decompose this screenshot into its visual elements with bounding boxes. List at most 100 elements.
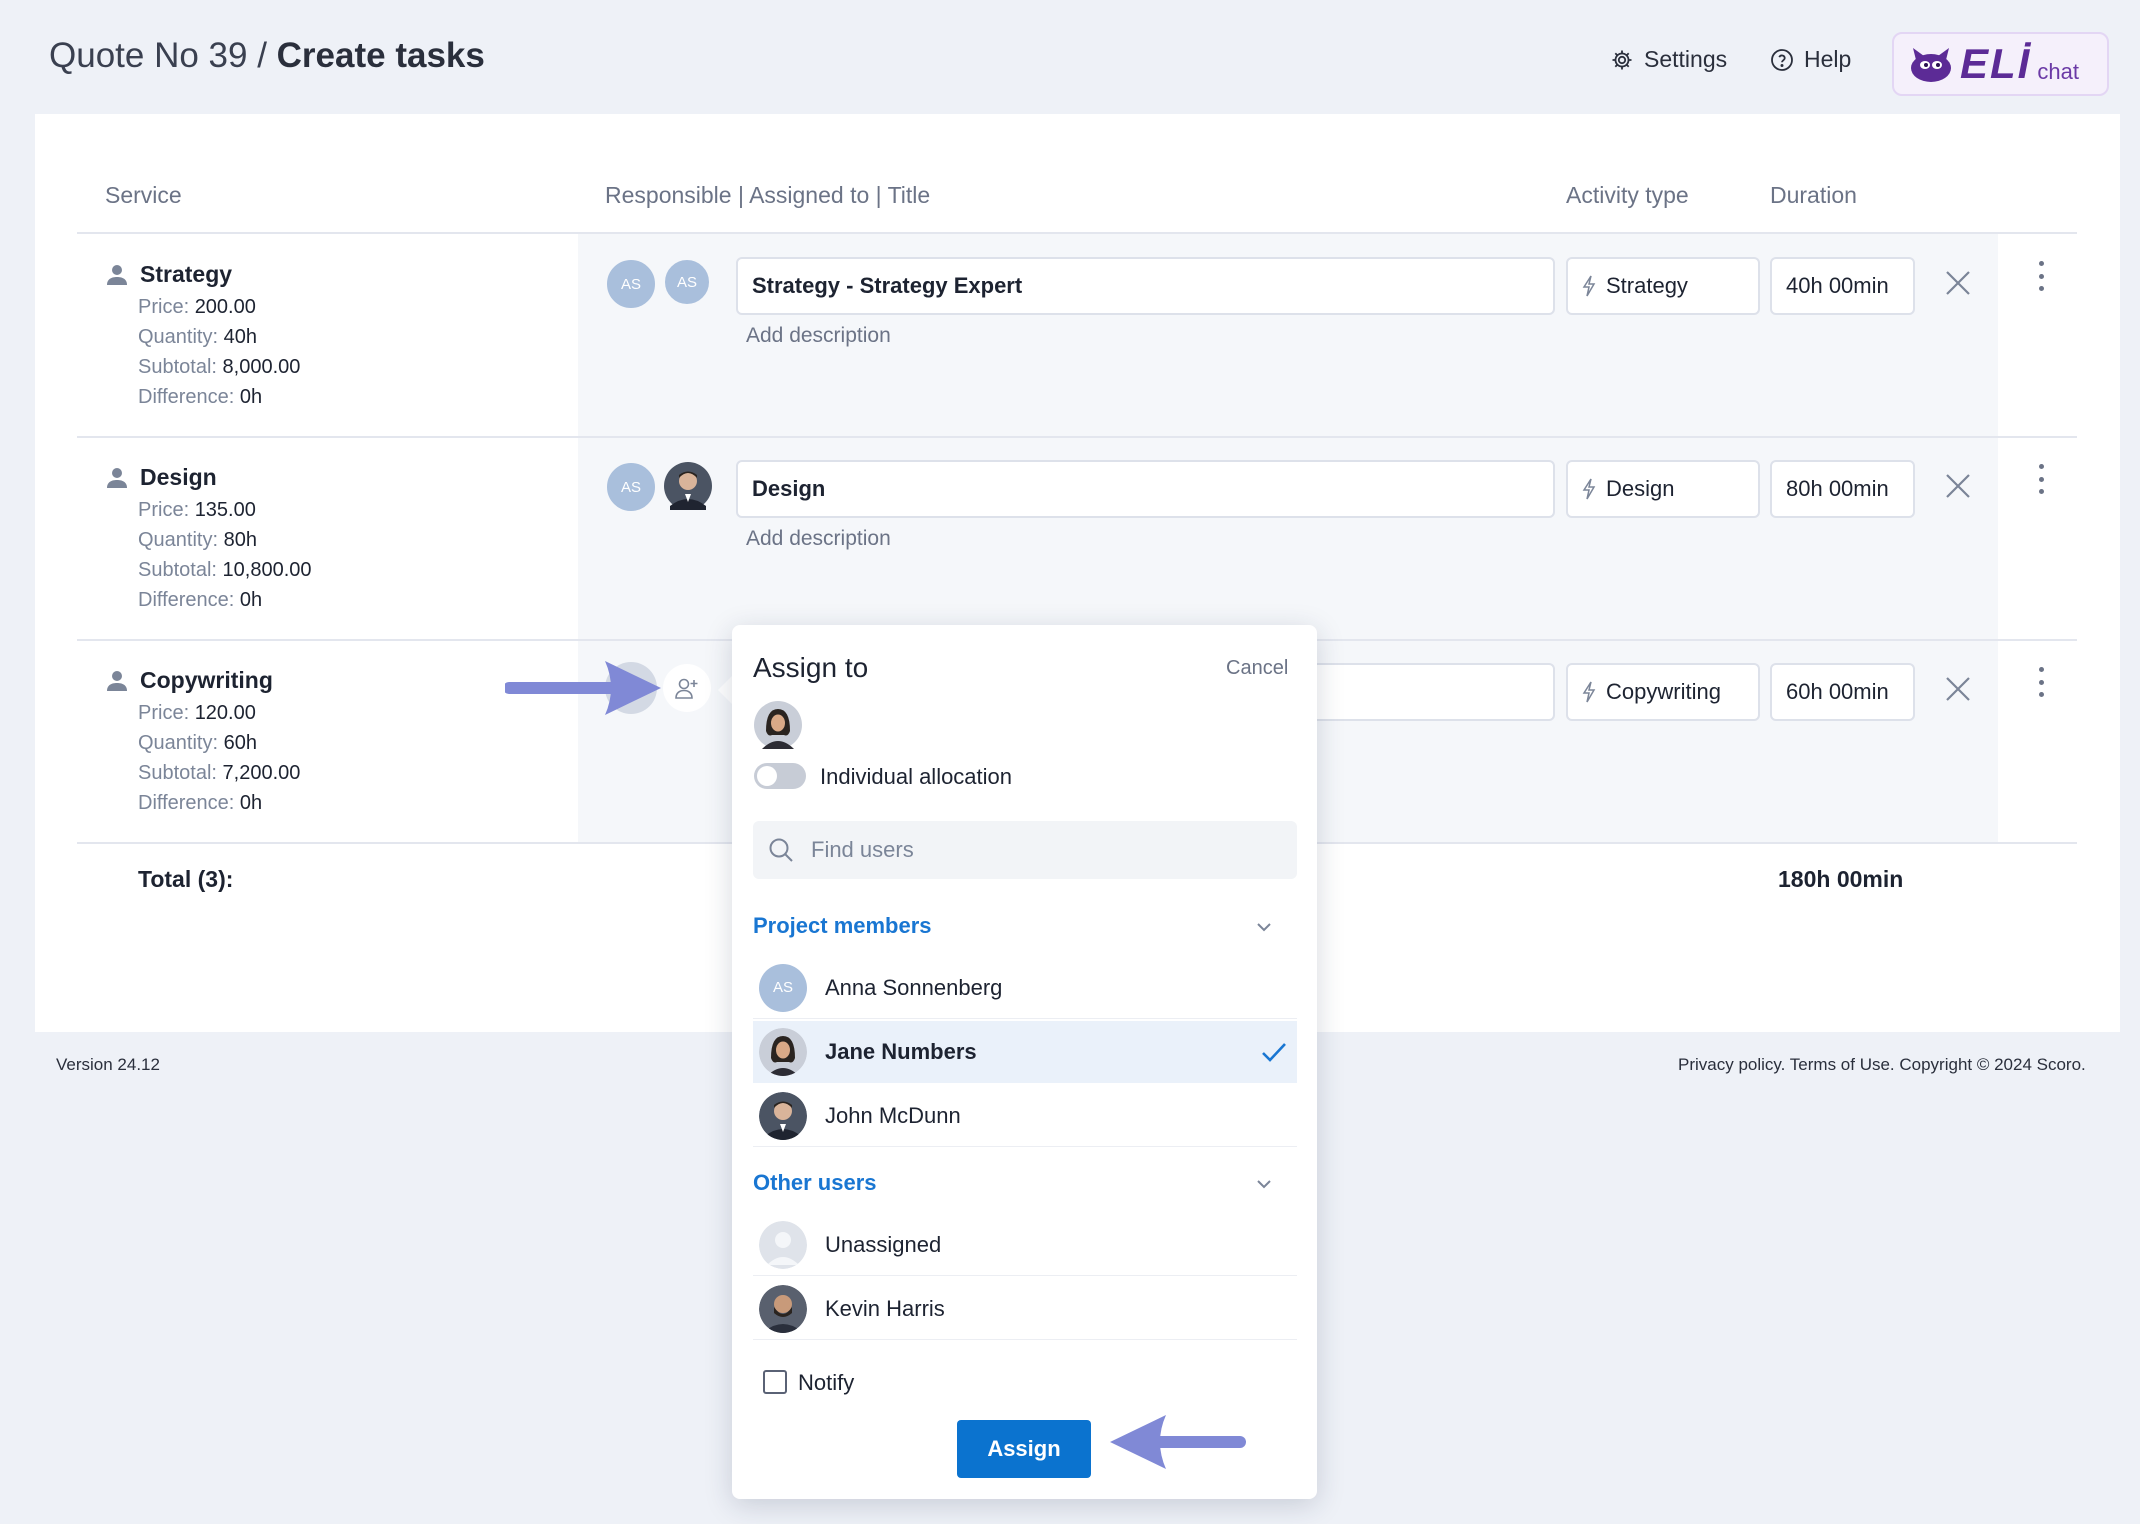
column-header-duration: Duration bbox=[1770, 182, 1857, 208]
row-menu-icon[interactable] bbox=[2036, 464, 2046, 494]
service-subtotal: 8,000.00 bbox=[222, 356, 301, 378]
legal-links[interactable]: Privacy policy. Terms of Use. Copyright … bbox=[1678, 1055, 2086, 1075]
user-name: Unassigned bbox=[825, 1231, 942, 1257]
add-description-link[interactable]: Add description bbox=[746, 527, 891, 551]
person-icon bbox=[107, 670, 127, 691]
settings-link[interactable]: Settings bbox=[1610, 46, 1727, 73]
column-header-activity: Activity type bbox=[1566, 182, 1689, 208]
jane-numbers-avatar bbox=[759, 1028, 807, 1076]
service-difference: 0h bbox=[239, 589, 263, 611]
person-icon bbox=[107, 264, 127, 285]
unassigned-avatar bbox=[759, 1220, 807, 1269]
responsible-avatar[interactable]: AS bbox=[605, 461, 657, 513]
service-row-copywriting: Copywriting Price: 120.00 Quantity: 60h … bbox=[106, 667, 300, 818]
quote-number: Quote No 39 / bbox=[49, 36, 267, 75]
duration-input[interactable]: 40h 00min bbox=[1770, 257, 1915, 315]
eli-chat-label: chat bbox=[2037, 59, 2079, 84]
activity-type-select[interactable]: Strategy bbox=[1566, 257, 1760, 315]
user-option-jane-numbers[interactable]: Jane Numbers bbox=[753, 1021, 1297, 1083]
selected-user-avatar[interactable] bbox=[754, 701, 802, 754]
total-duration: 180h 00min bbox=[1778, 866, 1904, 892]
activity-type-value: Design bbox=[1606, 476, 1675, 501]
service-name: Strategy bbox=[140, 261, 233, 287]
task-title-input[interactable]: Design bbox=[736, 460, 1555, 518]
version-label: Version 24.12 bbox=[56, 1055, 160, 1074]
service-meta: Price: 120.00 Quantity: 60h Subtotal: 7,… bbox=[138, 702, 301, 814]
anna-sonnenberg-avatar: AS bbox=[759, 963, 807, 1012]
column-header-service: Service bbox=[105, 182, 182, 208]
help-icon bbox=[1771, 48, 1793, 71]
task-title-input[interactable]: Strategy - Strategy Expert bbox=[736, 257, 1555, 315]
add-assignee-button[interactable] bbox=[663, 664, 711, 712]
row-menu-icon[interactable] bbox=[2036, 261, 2046, 291]
task-title-input[interactable] bbox=[1300, 663, 1555, 721]
notify-label: Notify bbox=[798, 1370, 855, 1395]
service-meta: Price: 200.00 Quantity: 40h Subtotal: 8,… bbox=[138, 296, 301, 408]
service-difference: 0h bbox=[239, 386, 263, 408]
service-quantity: 40h bbox=[223, 326, 257, 348]
find-users-search bbox=[753, 821, 1297, 879]
divider bbox=[77, 436, 2077, 438]
activity-type-value: Strategy bbox=[1606, 273, 1688, 298]
page-heading: Create tasks bbox=[276, 36, 485, 75]
service-quantity: 80h bbox=[223, 529, 257, 551]
help-link[interactable]: Help bbox=[1770, 46, 1851, 73]
duration-input[interactable]: 60h 00min bbox=[1770, 663, 1915, 721]
user-option-john-mcdunn[interactable]: John McDunn bbox=[753, 1085, 1297, 1147]
user-option-anna-sonnenberg[interactable]: AS Anna Sonnenberg bbox=[753, 957, 1297, 1019]
assign-button[interactable]: Assign bbox=[957, 1420, 1091, 1478]
eli-mascot-icon bbox=[1911, 48, 1951, 82]
add-user-icon bbox=[675, 678, 698, 699]
row-menu-icon[interactable] bbox=[2036, 667, 2046, 697]
gear-icon bbox=[1612, 50, 1632, 69]
user-option-unassigned[interactable]: Unassigned bbox=[753, 1214, 1297, 1276]
service-name: Copywriting bbox=[140, 667, 273, 693]
find-users-input[interactable] bbox=[811, 837, 1251, 863]
service-meta: Price: 135.00 Quantity: 80h Subtotal: 10… bbox=[138, 499, 312, 611]
service-subtotal: 10,800.00 bbox=[222, 559, 312, 581]
service-row-design: Design Price: 135.00 Quantity: 80h Subto… bbox=[106, 464, 312, 615]
service-subtotal: 7,200.00 bbox=[222, 762, 301, 784]
duration-input[interactable]: 80h 00min bbox=[1770, 460, 1915, 518]
total-label: Total (3): bbox=[138, 866, 234, 892]
eli-chat-button[interactable]: ELİ chat bbox=[1892, 32, 2109, 96]
user-option-kevin-harris[interactable]: Kevin Harris bbox=[753, 1278, 1297, 1340]
add-description-link[interactable]: Add description bbox=[746, 324, 891, 348]
service-price: 120.00 bbox=[194, 702, 256, 724]
remove-row-icon[interactable] bbox=[1941, 266, 1975, 300]
service-quantity: 60h bbox=[223, 732, 257, 754]
service-difference: 0h bbox=[239, 792, 263, 814]
chevron-down-icon[interactable] bbox=[1252, 915, 1276, 939]
project-members-heading[interactable]: Project members bbox=[753, 913, 932, 939]
remove-row-icon[interactable] bbox=[1941, 672, 1975, 706]
search-icon bbox=[769, 838, 793, 862]
user-name: John McDunn bbox=[825, 1102, 961, 1128]
user-name: Kevin Harris bbox=[825, 1295, 945, 1321]
annotation-arrow-icon bbox=[1110, 1415, 1246, 1469]
service-name: Design bbox=[140, 464, 217, 490]
notify-checkbox[interactable] bbox=[763, 1370, 787, 1394]
page-title: Quote No 39 / Create tasks bbox=[49, 36, 485, 76]
popup-caret bbox=[718, 676, 732, 704]
activity-type-select[interactable]: Copywriting bbox=[1566, 663, 1760, 721]
cancel-button[interactable]: Cancel bbox=[1226, 657, 1288, 680]
remove-row-icon[interactable] bbox=[1941, 469, 1975, 503]
jane-numbers-avatar bbox=[754, 701, 802, 749]
service-row-strategy: Strategy Price: 200.00 Quantity: 40h Sub… bbox=[106, 261, 300, 412]
individual-allocation-toggle[interactable] bbox=[754, 763, 806, 789]
eli-logo-text: ELİ bbox=[1960, 40, 2032, 87]
settings-label: Settings bbox=[1644, 46, 1728, 72]
activity-type-select[interactable]: Design bbox=[1566, 460, 1760, 518]
help-label: Help bbox=[1804, 46, 1852, 72]
checkmark-icon bbox=[1262, 1043, 1286, 1062]
assignee-avatar[interactable]: AS bbox=[663, 258, 711, 306]
assignee-avatar-photo[interactable] bbox=[664, 462, 712, 515]
chevron-down-icon[interactable] bbox=[1252, 1172, 1276, 1196]
bolt-icon bbox=[1582, 275, 1596, 297]
responsible-avatar[interactable]: AS bbox=[605, 258, 657, 310]
individual-allocation-label: Individual allocation bbox=[820, 764, 1013, 789]
other-users-heading[interactable]: Other users bbox=[753, 1170, 877, 1196]
column-header-responsible: Responsible | Assigned to | Title bbox=[605, 182, 931, 208]
person-icon bbox=[107, 467, 127, 488]
activity-type-value: Copywriting bbox=[1606, 679, 1721, 704]
